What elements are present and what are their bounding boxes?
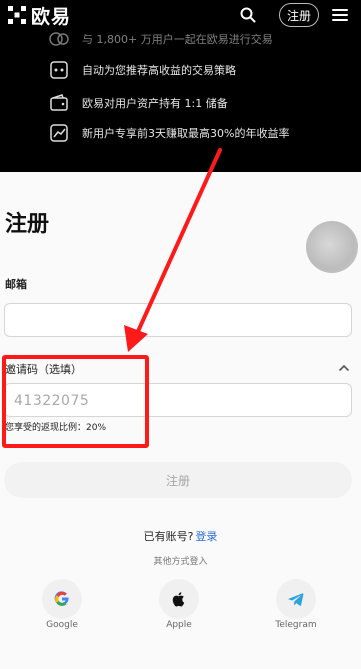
okx-logo[interactable]: 欧易: [7, 2, 71, 29]
login-link[interactable]: 登录: [195, 530, 217, 543]
have-account-text: 已有账号?: [143, 530, 194, 543]
promo-item: 欧易对用户资产持有 1:1 储备: [48, 92, 228, 114]
page-title: 注册: [5, 212, 50, 237]
promo-item: 自动为您推荐高收益的交易策略: [48, 59, 236, 81]
bot-icon: [50, 61, 68, 79]
email-label: 邮箱: [5, 278, 27, 291]
okx-logo-icon: [8, 6, 26, 24]
telegram-label: Telegram: [275, 620, 317, 630]
apple-login-button[interactable]: [159, 579, 199, 619]
promo-text: 新用户专享前3天赚取最高30%的年收益率: [82, 127, 290, 140]
promo-text: 自动为您推荐高收益的交易策略: [82, 64, 236, 77]
floating-assist-button[interactable]: [306, 221, 358, 273]
telegram-login-button[interactable]: [276, 579, 316, 619]
google-icon: [54, 591, 69, 606]
apple-icon: [172, 592, 185, 607]
register-button[interactable]: 注册: [279, 3, 319, 27]
other-login-text: 其他方式登入: [153, 557, 208, 567]
top-nav-bar: 欧易 注册: [0, 0, 361, 30]
email-field[interactable]: [4, 303, 352, 337]
apple-label: Apple: [166, 620, 192, 630]
promo-item: 新用户专享前3天赚取最高30%的年收益率: [48, 122, 289, 144]
search-icon[interactable]: [238, 5, 258, 25]
promo-item: 与 1,800+ 万用户一起在欧易进行交易: [48, 28, 273, 50]
google-login-button[interactable]: [42, 579, 82, 619]
wallet-icon: [50, 94, 68, 111]
telegram-icon: [288, 593, 304, 606]
promo-section: 与 1,800+ 万用户一起在欧易进行交易 自动为您推荐高收益的交易策略 欧易对…: [0, 30, 361, 172]
promo-text: 与 1,800+ 万用户一起在欧易进行交易: [82, 33, 273, 46]
chevron-up-icon[interactable]: [338, 362, 350, 374]
have-account-row: 已有账号? 登录: [0, 528, 361, 544]
chart-icon: [50, 124, 68, 142]
highlight-box: [2, 355, 149, 448]
submit-register-button[interactable]: 注册: [4, 462, 352, 498]
promo-text: 欧易对用户资产持有 1:1 储备: [82, 97, 228, 110]
brand-name: 欧易: [31, 5, 72, 28]
menu-icon[interactable]: [330, 5, 350, 25]
people-circle-icon: [49, 32, 69, 46]
google-label: Google: [46, 620, 78, 630]
